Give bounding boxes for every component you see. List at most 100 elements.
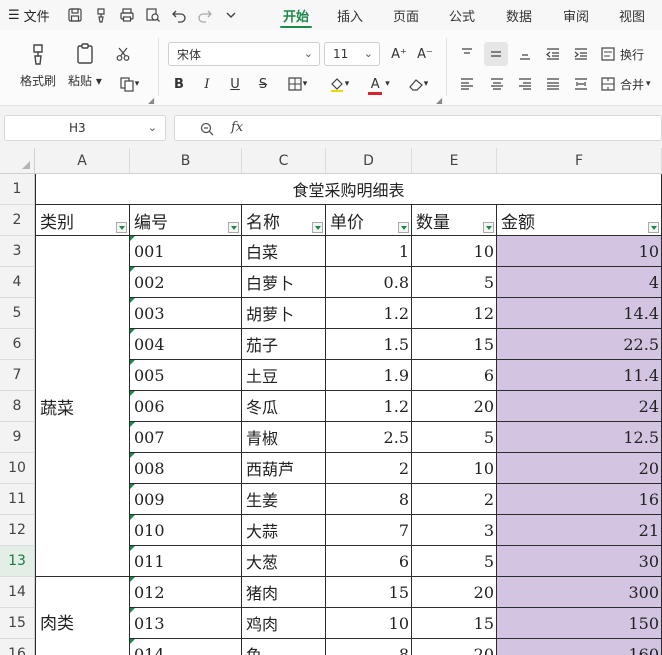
align-right-button[interactable] xyxy=(514,74,536,94)
merge-cells-button[interactable]: 合并 ▾ xyxy=(600,74,660,94)
column-header-c[interactable]: C xyxy=(242,148,326,174)
tab-data[interactable]: 数据 xyxy=(490,0,548,30)
row-header-10[interactable]: 10 xyxy=(0,453,35,484)
select-all-corner[interactable] xyxy=(0,148,35,174)
filter-dropdown-icon[interactable] xyxy=(398,222,409,233)
data-cell-price[interactable]: 8 xyxy=(326,639,412,655)
column-header-b[interactable]: B xyxy=(130,148,242,174)
file-menu-label[interactable]: 文件 xyxy=(24,6,50,25)
row-header-4[interactable]: 4 xyxy=(0,267,35,298)
tab-insert[interactable]: 插入 xyxy=(322,0,378,30)
data-cell-name[interactable]: 白萝卜 xyxy=(242,267,326,298)
row-header-5[interactable]: 5 xyxy=(0,298,35,329)
align-middle-button[interactable] xyxy=(484,42,508,66)
data-cell-qty[interactable]: 20 xyxy=(412,391,497,422)
data-cell-amount[interactable]: 11.4 xyxy=(497,360,662,391)
data-cell-price[interactable]: 15 xyxy=(326,577,412,608)
data-cell-id[interactable]: 001 xyxy=(130,236,242,267)
row-header-14[interactable]: 14 xyxy=(0,577,35,608)
data-cell-id[interactable]: 013 xyxy=(130,608,242,639)
format-brush-icon[interactable] xyxy=(88,3,114,27)
row-header-7[interactable]: 7 xyxy=(0,360,35,391)
align-top-button[interactable] xyxy=(456,44,478,64)
data-cell-price[interactable]: 2.5 xyxy=(326,422,412,453)
data-cell-name[interactable]: 大葱 xyxy=(242,546,326,577)
header-cell-c[interactable]: 名称 xyxy=(242,205,326,236)
data-cell-amount[interactable]: 4 xyxy=(497,267,662,298)
clear-format-button[interactable]: ▾ xyxy=(402,74,434,94)
save-icon[interactable] xyxy=(62,3,88,27)
data-cell-id[interactable]: 006 xyxy=(130,391,242,422)
data-cell-qty[interactable]: 10 xyxy=(412,453,497,484)
fill-color-button[interactable]: ▾ xyxy=(322,74,356,94)
row-header-15[interactable]: 15 xyxy=(0,608,35,639)
data-cell-id[interactable]: 005 xyxy=(130,360,242,391)
data-cell-qty[interactable]: 5 xyxy=(412,422,497,453)
data-cell-id[interactable]: 004 xyxy=(130,329,242,360)
category-cell[interactable]: 肉类 xyxy=(35,577,130,655)
data-cell-amount[interactable]: 300 xyxy=(497,577,662,608)
font-size-select[interactable]: 11 ⌄ xyxy=(324,42,380,66)
print-preview-icon[interactable] xyxy=(140,3,166,27)
data-cell-amount[interactable]: 12.5 xyxy=(497,422,662,453)
data-cell-price[interactable]: 10 xyxy=(326,608,412,639)
row-header-6[interactable]: 6 xyxy=(0,329,35,360)
data-cell-id[interactable]: 010 xyxy=(130,515,242,546)
data-cell-amount[interactable]: 22.5 xyxy=(497,329,662,360)
data-cell-qty[interactable]: 20 xyxy=(412,639,497,655)
data-cell-amount[interactable]: 21 xyxy=(497,515,662,546)
column-header-e[interactable]: E xyxy=(412,148,497,174)
data-cell-name[interactable]: 青椒 xyxy=(242,422,326,453)
justify-button[interactable] xyxy=(542,74,564,94)
tab-review[interactable]: 审阅 xyxy=(548,0,604,30)
row-header-16[interactable]: 16 xyxy=(0,639,35,655)
more-chevron-icon[interactable] xyxy=(218,3,244,27)
fx-icon[interactable]: fx xyxy=(231,120,243,135)
header-cell-e[interactable]: 数量 xyxy=(412,205,497,236)
row-header-1[interactable]: 1 xyxy=(0,174,35,205)
distribute-button[interactable] xyxy=(570,74,592,94)
font-color-button[interactable]: A ▾ xyxy=(362,74,396,95)
data-cell-id[interactable]: 012 xyxy=(130,577,242,608)
undo-icon[interactable] xyxy=(166,3,192,27)
header-cell-d[interactable]: 单价 xyxy=(326,205,412,236)
redo-icon[interactable] xyxy=(192,3,218,27)
row-header-11[interactable]: 11 xyxy=(0,484,35,515)
file-menu[interactable]: ☰ 文件 xyxy=(0,6,62,25)
data-cell-amount[interactable]: 30 xyxy=(497,546,662,577)
shrink-font-button[interactable]: A⁻ xyxy=(414,44,436,64)
data-cell-id[interactable]: 011 xyxy=(130,546,242,577)
row-header-9[interactable]: 9 xyxy=(0,422,35,453)
data-cell-name[interactable]: 冬瓜 xyxy=(242,391,326,422)
data-cell-price[interactable]: 8 xyxy=(326,484,412,515)
data-cell-id[interactable]: 003 xyxy=(130,298,242,329)
increase-indent-button[interactable] xyxy=(570,44,592,64)
data-cell-name[interactable]: 土豆 xyxy=(242,360,326,391)
filter-dropdown-icon[interactable] xyxy=(228,222,239,233)
category-cell[interactable]: 蔬菜 xyxy=(35,236,130,577)
data-cell-amount[interactable]: 150 xyxy=(497,608,662,639)
data-cell-qty[interactable]: 12 xyxy=(412,298,497,329)
data-cell-amount[interactable]: 160 xyxy=(497,639,662,655)
underline-button[interactable]: U xyxy=(224,74,246,94)
data-cell-qty[interactable]: 15 xyxy=(412,608,497,639)
column-header-a[interactable]: A xyxy=(35,148,130,174)
tab-page[interactable]: 页面 xyxy=(378,0,434,30)
data-cell-id[interactable]: 002 xyxy=(130,267,242,298)
data-cell-amount[interactable]: 16 xyxy=(497,484,662,515)
column-header-d[interactable]: D xyxy=(326,148,412,174)
data-cell-name[interactable]: 鸡肉 xyxy=(242,608,326,639)
row-header-12[interactable]: 12 xyxy=(0,515,35,546)
align-center-button[interactable] xyxy=(486,74,508,94)
data-cell-price[interactable]: 1 xyxy=(326,236,412,267)
data-cell-qty[interactable]: 6 xyxy=(412,360,497,391)
header-cell-a[interactable]: 类别 xyxy=(35,205,130,236)
data-cell-amount[interactable]: 24 xyxy=(497,391,662,422)
data-cell-price[interactable]: 1.2 xyxy=(326,391,412,422)
filter-dropdown-icon[interactable] xyxy=(312,222,323,233)
format-painter-button[interactable]: 格式刷 xyxy=(20,42,56,89)
tab-view[interactable]: 视图 xyxy=(604,0,660,30)
data-cell-price[interactable]: 1.2 xyxy=(326,298,412,329)
filter-dropdown-icon[interactable] xyxy=(483,222,494,233)
italic-button[interactable]: I xyxy=(196,74,218,94)
